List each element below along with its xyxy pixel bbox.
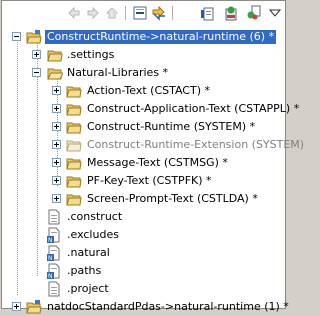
library-folder-icon — [66, 104, 82, 116]
expand-toggle[interactable] — [52, 86, 61, 95]
tree-item-file[interactable]: .construct — [2, 208, 285, 226]
library-folder-icon — [66, 86, 82, 98]
project-folder-icon — [26, 30, 42, 44]
expand-toggle[interactable] — [32, 50, 41, 59]
expand-toggle[interactable] — [52, 122, 61, 131]
toolbar-separator — [172, 6, 173, 20]
tree-item-file[interactable]: N .excludes — [2, 226, 285, 244]
tree-item-library[interactable]: PF-Key-Text (CSTPFK) * — [2, 172, 285, 190]
tree-item-folder[interactable]: .settings — [2, 46, 285, 64]
tree-item-label: natdocStandardPdas->natural-runtime (1) … — [47, 300, 289, 313]
tree-item-label: .settings — [67, 48, 115, 61]
folder-icon — [47, 50, 63, 62]
natural-file-icon: N — [47, 245, 60, 261]
open-folder-icon — [47, 68, 63, 80]
svg-text:N: N — [48, 237, 53, 243]
library-folder-icon — [66, 176, 82, 188]
tree-item-label: .paths — [67, 264, 102, 277]
tree-item-label: .excludes — [67, 228, 119, 241]
tree-item-library[interactable]: Message-Text (CSTMSG) * — [2, 154, 285, 172]
filter-icon[interactable] — [246, 5, 262, 21]
tree-item-label: Natural-Libraries * — [67, 66, 169, 79]
collapse-all-icon[interactable] — [132, 5, 148, 21]
tree-item-library[interactable]: Screen-Prompt-Text (CSTLDA) * — [2, 190, 285, 208]
expand-toggle[interactable] — [52, 176, 61, 185]
home-icon[interactable] — [104, 5, 120, 21]
tree-item-label: .natural — [67, 246, 110, 259]
tree-item-label: PF-Key-Text (CSTPFK) * — [87, 174, 212, 187]
tree-item-library[interactable]: Construct-Runtime-Extension (SYSTEM) — [2, 136, 304, 154]
tree-item-file[interactable]: N .paths — [2, 262, 285, 280]
tree-item-label: Action-Text (CSTACT) * — [87, 84, 210, 97]
tree-item-project[interactable]: ConstructRuntime->natural-runtime (6) * — [2, 28, 285, 46]
new-object-icon[interactable] — [200, 5, 216, 21]
library-folder-icon — [66, 122, 82, 134]
tree-item-library[interactable]: Construct-Runtime (SYSTEM) * — [2, 118, 285, 136]
tree-item-library[interactable]: Construct-Application-Text (CSTAPPL) * — [2, 100, 299, 118]
build-icon[interactable] — [223, 5, 239, 21]
link-with-editor-icon[interactable] — [151, 5, 167, 21]
expand-toggle[interactable] — [52, 158, 61, 167]
tree-item-file[interactable]: .project — [2, 280, 285, 298]
expand-toggle[interactable] — [52, 194, 61, 203]
tree-item-label: ConstructRuntime->natural-runtime (6) * — [45, 30, 277, 44]
tree-item-label: Message-Text (CSTMSG) * — [87, 156, 228, 169]
back-arrow-icon[interactable] — [66, 5, 82, 21]
svg-text:N: N — [48, 255, 53, 261]
toolbar-separator — [125, 6, 126, 20]
collapse-toggle[interactable] — [32, 68, 41, 77]
expand-toggle[interactable] — [52, 104, 61, 113]
natural-file-icon: N — [47, 227, 60, 243]
library-folder-icon — [66, 194, 82, 206]
library-folder-icon — [66, 140, 82, 152]
navigator-view: ConstructRuntime->natural-runtime (6) * … — [1, 0, 304, 314]
expand-toggle[interactable] — [52, 140, 61, 149]
library-folder-icon — [66, 158, 82, 170]
svg-text:N: N — [48, 273, 53, 279]
tree-item-label: Screen-Prompt-Text (CSTLDA) * — [87, 192, 258, 205]
tree-item-label: Construct-Runtime-Extension (SYSTEM) — [87, 138, 305, 151]
tree-item-label: .project — [67, 282, 109, 295]
tree-item-label: .construct — [67, 210, 123, 223]
file-icon — [48, 281, 60, 297]
tree-item-project[interactable]: natdocStandardPdas->natural-runtime (1) … — [2, 298, 289, 316]
collapse-toggle[interactable] — [12, 32, 21, 41]
project-folder-icon — [26, 300, 42, 314]
file-icon — [48, 209, 60, 225]
tree-item-file[interactable]: N .natural — [2, 244, 285, 262]
tree-item-label: Construct-Application-Text (CSTAPPL) * — [87, 102, 300, 115]
tree-item-folder[interactable]: Natural-Libraries * — [2, 64, 285, 82]
tree-item-label: Construct-Runtime (SYSTEM) * — [87, 120, 256, 133]
natural-file-icon: N — [47, 263, 60, 279]
view-toolbar — [2, 1, 285, 25]
tree-item-library[interactable]: Action-Text (CSTACT) * — [2, 82, 285, 100]
forward-arrow-icon[interactable] — [85, 5, 101, 21]
view-menu-icon[interactable] — [267, 5, 283, 21]
